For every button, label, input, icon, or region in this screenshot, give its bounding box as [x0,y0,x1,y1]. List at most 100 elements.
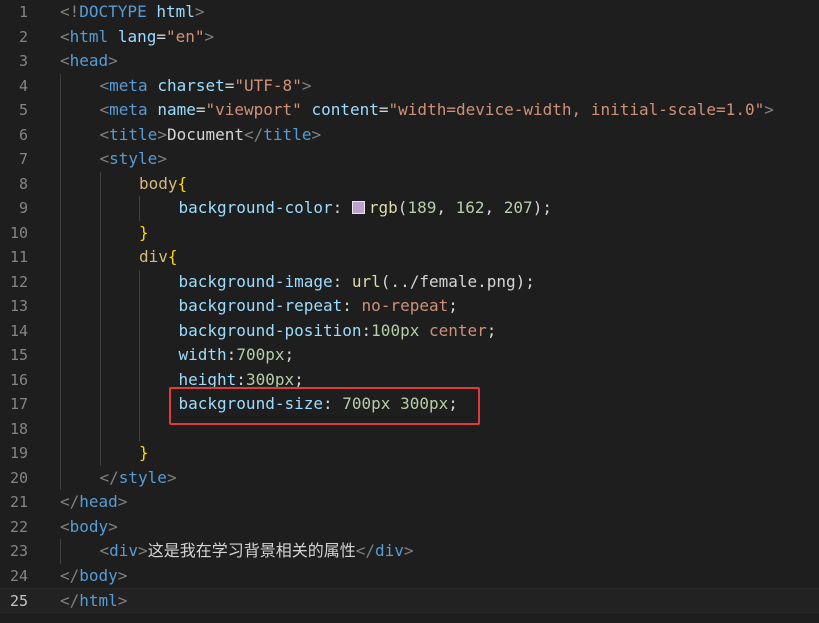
line-number: 16 [9,370,28,389]
code-token: : [342,296,362,315]
code-line[interactable]: 8 body{ [0,172,819,197]
color-swatch-icon[interactable] [351,201,365,214]
code-token: > [117,591,128,610]
code-token: (../female.png) [380,271,526,291]
code-token: < [60,51,70,70]
code-token: > [157,124,167,144]
code-text: </head> [60,490,127,515]
code-token: > [403,541,414,560]
code-token: </ [60,492,80,511]
code-line[interactable]: 22 <body> [0,515,819,540]
code-line[interactable]: 7 <style> [0,147,819,172]
code-text: width:700px; [179,343,295,368]
code-token: < [60,516,70,536]
code-token: ; [294,369,304,389]
code-token: head [69,51,109,70]
code-text: background-position:100px center; [179,319,497,344]
code-text: <html lang="en"> [60,25,214,50]
code-text: <div>这是我在学习背景相关的属性</div> [100,539,414,564]
code-line[interactable]: 9 background-color: rgb(189, 162, 207); [0,196,819,221]
code-line[interactable]: 6 <title>Document</title> [0,123,819,148]
code-token: </ [60,591,80,610]
line-number: 8 [18,174,28,193]
code-token: style [118,467,167,487]
code-token: url [351,271,381,291]
code-line[interactable]: 5 <meta name="viewport" content="width=de… [0,98,819,123]
code-token: "en" [165,26,205,46]
code-token: < [99,149,110,168]
code-token: } [139,222,149,242]
code-token: background-image [178,271,333,291]
code-line[interactable]: 13 background-repeat: no-repeat; [0,294,819,319]
code-token: meta [109,75,148,95]
code-line[interactable]: 14 background-position:100px center; [0,319,819,344]
code-text: background-color: rgb(189, 162, 207); [179,196,552,221]
line-number: 25 [9,592,28,610]
line-number: 20 [9,468,28,487]
code-token: html [69,26,109,46]
code-text: body{ [139,172,187,197]
code-token: > [138,541,148,560]
code-token: lang [117,26,157,46]
code-token: title [109,124,158,144]
code-token: ); [532,198,552,217]
code-token: : [236,369,246,389]
code-text: } [139,441,149,466]
code-token: rgb [368,198,398,217]
code-token: html [156,2,195,21]
code-line[interactable]: 15 width:700px; [0,343,819,368]
code-token: center [428,320,487,340]
code-line[interactable]: 2 <html lang="en"> [0,25,819,50]
code-token: height [178,369,237,389]
code-token: "width=device-width, initial-scale=1.0" [388,100,765,119]
code-token: > [108,516,118,536]
code-line[interactable]: 12 background-image: url(../female.png); [0,270,819,295]
code-token: 700px [236,345,285,364]
indent-guide [60,539,61,564]
code-text: </html> [60,589,127,614]
indent-guide [139,269,140,441]
code-token: </ [355,541,375,560]
code-editor[interactable]: 1 <!DOCTYPE html> 2 <html lang="en"> 3 <head>… [0,0,819,623]
code-line[interactable]: 3 <head> [0,49,819,74]
code-token: </ [244,124,264,144]
code-token: content [311,100,379,119]
code-token: : [332,198,352,217]
code-line[interactable]: 1 <!DOCTYPE html> [0,0,819,25]
code-token: ; [284,345,295,364]
line-number: 24 [9,566,28,585]
code-line[interactable]: 21 </head> [0,490,819,515]
code-text: <title>Document</title> [100,123,322,148]
code-token: style [109,149,158,168]
code-token: background-position [178,320,362,340]
code-line[interactable]: 24 </body> [0,564,819,589]
code-token: </ [99,467,119,487]
code-token: 这是我在学习背景相关的属性 [147,541,356,560]
code-line[interactable]: 10} [0,221,819,246]
code-line[interactable]: 25 </html> [0,588,819,613]
code-token: > [166,467,177,487]
code-token: = [156,26,166,46]
highlight-box [169,387,480,425]
code-text: <meta charset="UTF-8"> [100,74,312,99]
code-token: = [378,100,389,119]
line-number: 23 [9,542,28,560]
code-line[interactable]: 20 </style> [0,466,819,491]
code-text: </body> [60,564,127,589]
code-token: = [224,75,235,95]
code-token: < [60,26,70,46]
code-token: div [139,247,168,266]
code-token: charset [157,75,225,95]
code-token: </ [60,565,80,585]
code-line[interactable]: 4 <meta charset="UTF-8"> [0,74,819,99]
code-line[interactable]: 19} [0,441,819,466]
code-token: <! [60,2,80,21]
code-line[interactable]: 23 <div>这是我在学习背景相关的属性</div> [0,539,819,564]
code-token: 189 [407,198,437,217]
line-number: 4 [18,76,28,95]
code-line[interactable]: 11 div{ [0,245,819,270]
code-token: > [301,75,312,95]
line-number: 15 [9,346,28,364]
